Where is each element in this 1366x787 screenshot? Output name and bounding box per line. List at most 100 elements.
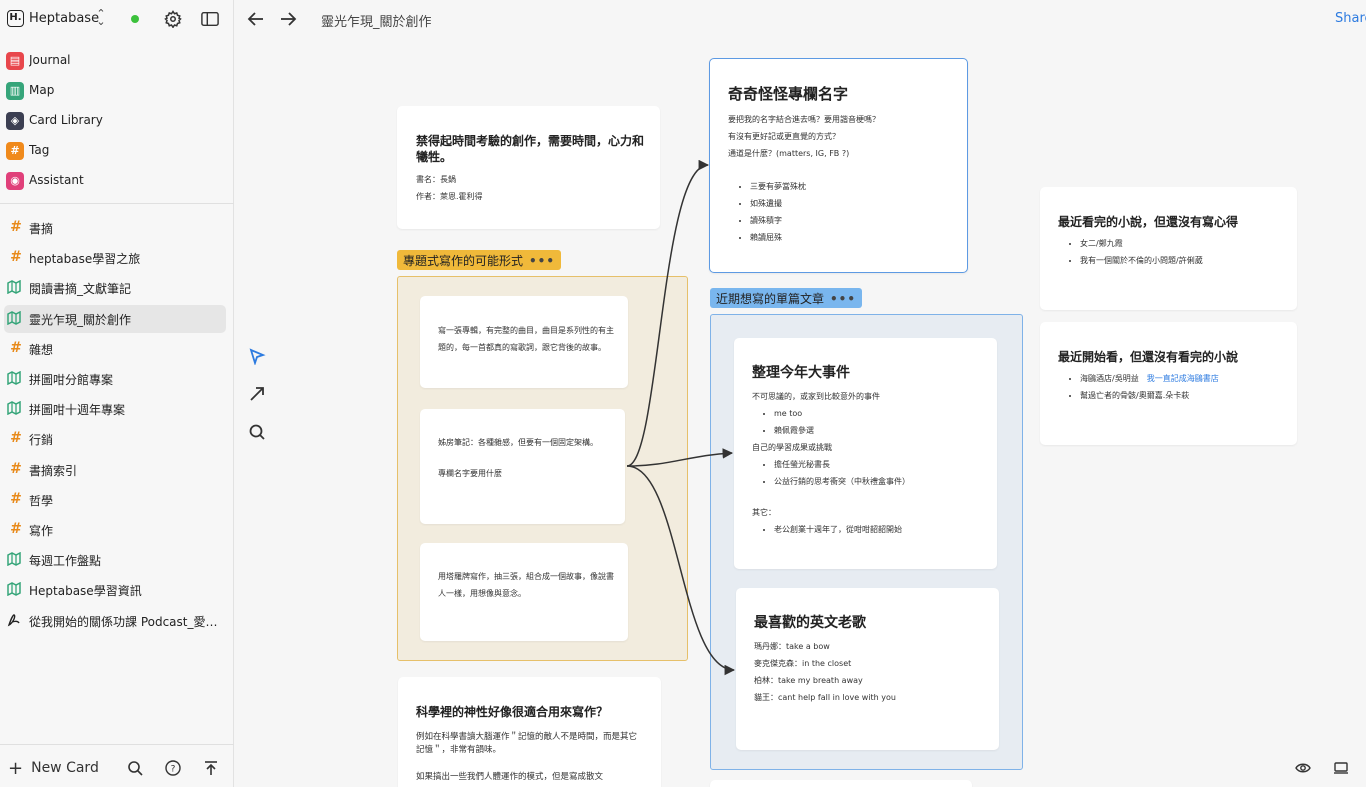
- card-notes-idea[interactable]: 姊房筆記：各種雜感，但要有一個固定架構。 專欄名字要用什麼: [420, 409, 625, 524]
- sidebar-item[interactable]: 從我開始的關係功課 Podcast_愛的...: [4, 607, 226, 635]
- sidebar-nav-label: Journal: [29, 53, 71, 67]
- card-line: 如果搞出一些我們人體運作的模式，但是寫成散文: [416, 772, 604, 782]
- map-icon: [7, 582, 21, 597]
- sidebar-item[interactable]: # 書摘索引: [4, 456, 226, 484]
- sidebar-item-label: 哲學: [29, 493, 54, 508]
- hash-icon: #: [10, 339, 22, 356]
- new-card-button[interactable]: + New Card: [8, 758, 99, 779]
- hash-icon: #: [10, 460, 22, 477]
- share-button[interactable]: Share: [1335, 11, 1366, 26]
- card-novels-reading[interactable]: 最近開始看，但還沒有看完的小說 海鷗酒店/吳明益 我一直記成海鷗書店 幫過亡者的…: [1040, 322, 1297, 445]
- card-title: 科學裡的神性好像很適合用來寫作？: [416, 705, 609, 719]
- bullet-text: 海鷗酒店/吳明益: [1080, 374, 1139, 383]
- card-line: 自己的學習成果或挑戰: [752, 443, 832, 452]
- card-text: 姊房筆記：各種雜感，但要有一個固定架構。: [438, 438, 598, 447]
- card-line: 其它：: [752, 508, 776, 517]
- more-icon[interactable]: •••: [529, 254, 555, 268]
- card-link[interactable]: 專欄名字要用什麼: [438, 465, 610, 482]
- card-title: 最喜歡的英文老歌: [754, 615, 866, 631]
- sidebar-item[interactable]: # 雜想: [4, 335, 226, 363]
- sidebar-item-label: 書摘索引: [29, 463, 78, 478]
- sidebar-item[interactable]: # heptabase學習之旅: [4, 244, 226, 272]
- card-title: 禁得起時間考驗的創作，需要時間，心力和犧牲。: [416, 134, 645, 164]
- sidebar-item-label: 從我開始的關係功課 Podcast_愛的...: [29, 614, 221, 629]
- sidebar-item[interactable]: # 書摘: [4, 214, 226, 242]
- card-bullet: 我有一個關於不倫的小問題/許俐葳: [1080, 252, 1288, 269]
- card-line: 例如在科學書讀大腦運作＂記憶的敵人不是時間，而是其它記憶＂，非常有韻味。: [416, 732, 638, 755]
- card-line: 書名：長鍋: [416, 175, 456, 184]
- sidebar-nav-journal[interactable]: ▤ Journal: [4, 47, 226, 75]
- pdf-icon: [7, 613, 20, 626]
- card-partial-bottom[interactable]: [710, 780, 972, 787]
- sidebar-nav-map[interactable]: ▥ Map: [4, 77, 226, 105]
- gear-icon[interactable]: [164, 10, 182, 28]
- more-icon[interactable]: •••: [830, 292, 856, 306]
- card-year-events[interactable]: 整理今年大事件 不可思議的，或家到比較意外的事件 me too 賴佩霞參選 自己…: [734, 338, 997, 569]
- card-link[interactable]: 我一直記成海鷗書店: [1147, 374, 1219, 383]
- sidebar-item[interactable]: 靈光乍現_關於創作: [4, 304, 226, 333]
- card-column-names[interactable]: 奇奇怪怪專欄名字 要把我的名字結合進去嗎？要用諧音梗嗎？ 有沒有更好記或更直覺的…: [709, 58, 968, 273]
- select-cursor-icon[interactable]: [248, 347, 266, 365]
- calendar-icon: ▤: [6, 52, 24, 70]
- upload-icon[interactable]: [203, 760, 219, 776]
- card-time-tested-creation[interactable]: 禁得起時間考驗的創作，需要時間，心力和犧牲。 書名：長鍋 作者：萊恩.霍利得: [397, 106, 660, 229]
- card-english-songs[interactable]: 最喜歡的英文老歌 瑪丹娜：take a bow 麥克傑克森：in the clo…: [736, 588, 999, 750]
- sidebar-item[interactable]: 閱讀書摘_文獻筆記: [4, 274, 226, 302]
- sidebar-item[interactable]: Heptabase學習資訊: [4, 576, 226, 604]
- sidebar-nav-label: Map: [29, 83, 55, 97]
- section-label-topic-writing[interactable]: 專題式寫作的可能形式 •••: [397, 250, 562, 270]
- card-line: 麥克傑克森：in the closet: [754, 659, 852, 668]
- card-line: 柏林：take my breath away: [754, 676, 863, 685]
- assistant-icon: ◉: [6, 172, 24, 190]
- sidebar-item-label: 閱讀書摘_文獻筆記: [29, 282, 132, 297]
- card-novels-no-review[interactable]: 最近看完的小說，但還沒有寫心得 女二/鄭九霞 我有一個關於不倫的小問題/許俐葳: [1040, 187, 1297, 310]
- chevron-updown-icon[interactable]: ⌃ ⌄: [95, 8, 107, 27]
- card-tarot-idea[interactable]: 用塔羅牌寫作，抽三張，組合成一個故事，像說書人一樣，用想像與意念。: [420, 543, 628, 641]
- hash-icon: #: [10, 219, 22, 235]
- card-bullet: 公益行銷的思考衝突（中秋禮盒事件）: [774, 473, 987, 490]
- map-icon: ▥: [6, 82, 24, 100]
- sidebar: H. Heptabase ⌃ ⌄ ▤ Journal ▥ Map ◈ Card Librar…: [0, 0, 234, 787]
- section-label-recent-articles[interactable]: 近期想寫的單篇文章 •••: [710, 288, 863, 308]
- sidebar-item[interactable]: # 哲學: [4, 486, 226, 514]
- workspace-row[interactable]: H. Heptabase ⌃ ⌄: [0, 0, 234, 40]
- card-title: 最近看完的小說，但還沒有寫心得: [1058, 215, 1239, 229]
- card-bullet: 海鷗酒店/吳明益 我一直記成海鷗書店: [1080, 370, 1288, 387]
- card-bullet: me too: [774, 405, 987, 422]
- help-icon[interactable]: ?: [165, 760, 181, 776]
- map-icon: [7, 280, 21, 295]
- card-line: 貓王：cant help fall in love with you: [754, 693, 896, 702]
- sidebar-nav-tag[interactable]: # Tag: [4, 137, 226, 165]
- sidebar-nav-assistant[interactable]: ◉ Assistant: [4, 167, 226, 195]
- card-bullet: 老公創業十週年了，從咁咁韶韶開始: [774, 521, 987, 538]
- card-bullet: 如殊遺撮: [750, 195, 958, 212]
- card-bullet: 三要有夢當殊枕: [750, 178, 958, 195]
- presentation-icon[interactable]: [1333, 760, 1349, 776]
- connector-arrow-icon[interactable]: [248, 385, 266, 403]
- forward-arrow-icon[interactable]: [279, 10, 297, 28]
- search-icon[interactable]: [127, 760, 143, 776]
- section-title: 近期想寫的單篇文章: [716, 292, 825, 306]
- card-bullet: 讀殊積字: [750, 212, 958, 229]
- card-bullet: 賴佩霞參選: [774, 422, 987, 439]
- sidebar-item[interactable]: # 寫作: [4, 516, 226, 544]
- sidebar-nav-card-library[interactable]: ◈ Card Library: [4, 107, 226, 135]
- card-line: 瑪丹娜：take a bow: [754, 642, 830, 651]
- back-arrow-icon[interactable]: [247, 10, 265, 28]
- eye-icon[interactable]: [1295, 760, 1311, 776]
- card-title: 奇奇怪怪專欄名字: [728, 85, 849, 103]
- map-icon: [7, 552, 21, 567]
- sync-status-dot: [131, 15, 139, 23]
- hash-icon: #: [10, 249, 22, 266]
- sidebar-toggle-icon[interactable]: [201, 11, 219, 27]
- sidebar-item[interactable]: # 行銷: [4, 425, 226, 453]
- sidebar-item[interactable]: 拼圖咁十週年專案: [4, 395, 226, 423]
- workspace-logo: H.: [7, 10, 24, 27]
- card-science-divinity[interactable]: 科學裡的神性好像很適合用來寫作？ 例如在科學書讀大腦運作＂記憶的敵人不是時間，而…: [398, 677, 661, 787]
- card-album-idea[interactable]: 寫一張專輯，有完整的曲目，曲目是系列性的有主題的，每一首都真的寫歌詞，跟它背後的…: [420, 296, 628, 388]
- sidebar-item[interactable]: 拼圖咁分館專案: [4, 365, 226, 393]
- card-line: 有沒有更好記或更直覺的方式？: [728, 132, 840, 141]
- zoom-search-icon[interactable]: [248, 423, 266, 441]
- sidebar-item[interactable]: 每週工作盤點: [4, 546, 226, 574]
- workspace-name[interactable]: Heptabase: [29, 11, 99, 26]
